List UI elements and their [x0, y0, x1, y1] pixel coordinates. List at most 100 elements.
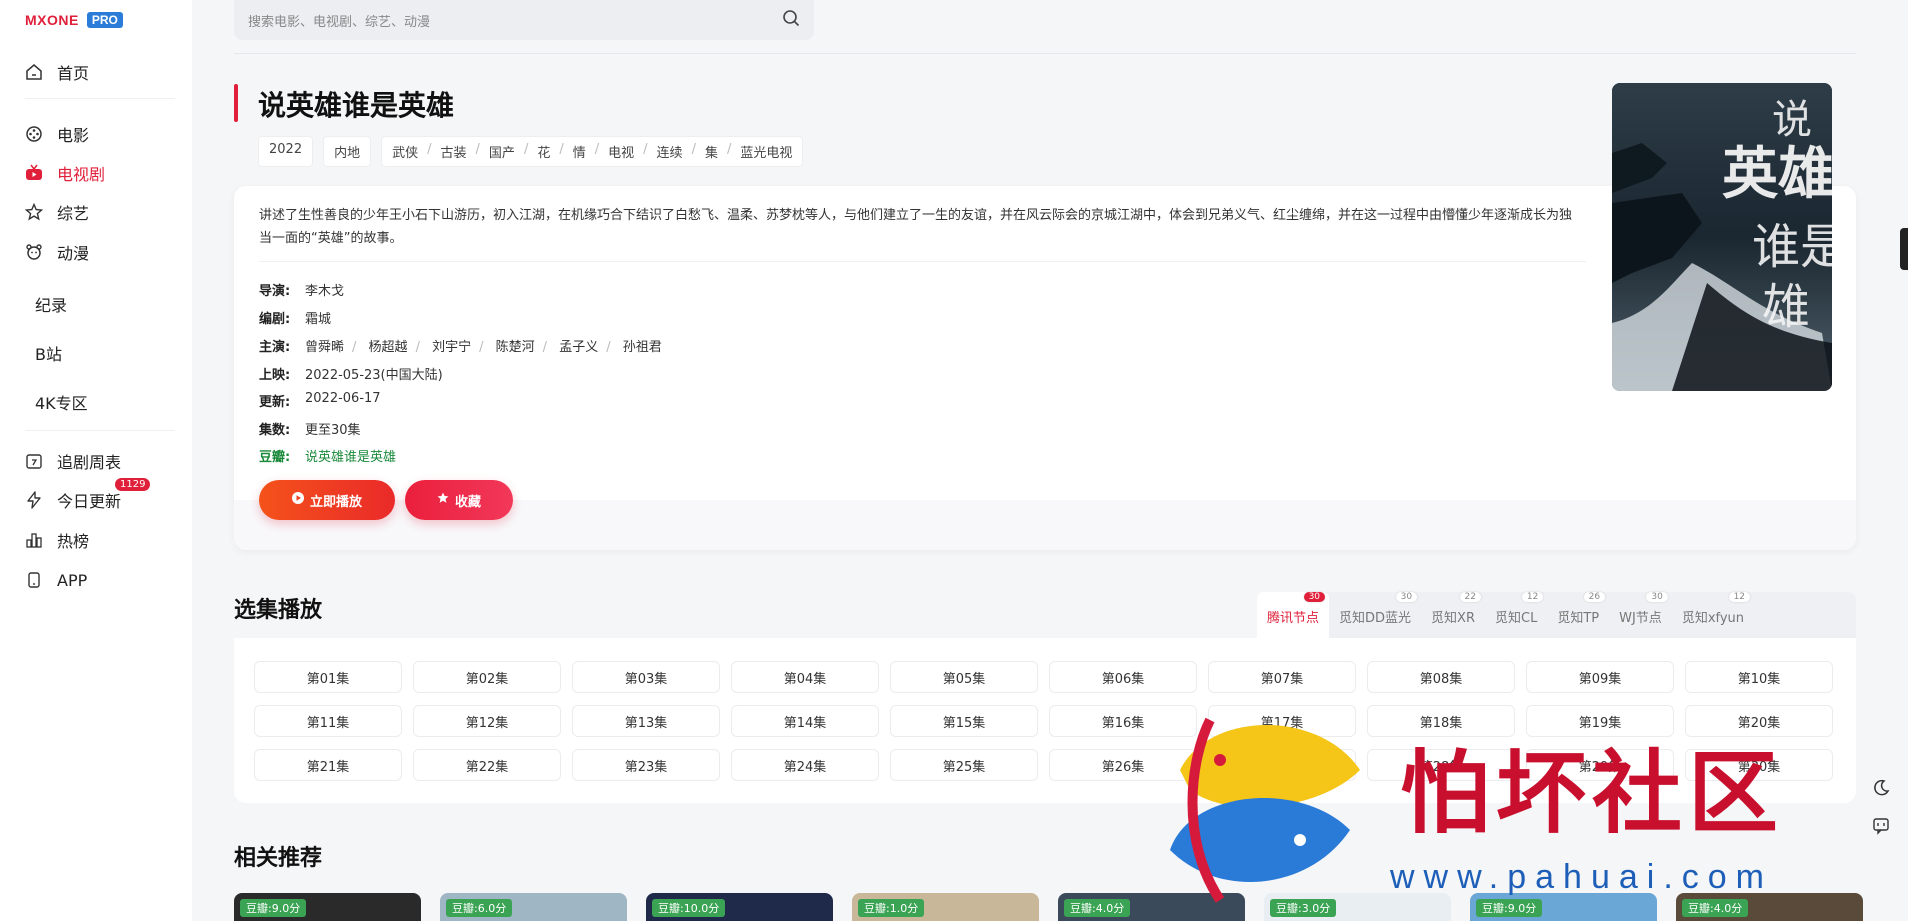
- cast-link[interactable]: 孙祖君: [623, 340, 662, 355]
- tab-source-cl[interactable]: 觅知CL 12: [1485, 592, 1547, 638]
- douban-score-badge: 豆瓣:4.0分: [1064, 899, 1131, 917]
- poster-lettering: 雄: [1762, 279, 1810, 335]
- poster-image[interactable]: 英雄 说 谁是 雄: [1612, 83, 1832, 391]
- info-value: 2022-05-23(中国大陆): [305, 368, 443, 383]
- genre-tag[interactable]: 连续: [657, 142, 683, 161]
- sidebar-item-app[interactable]: APP: [25, 567, 87, 593]
- sidebar-item-schedule[interactable]: 追剧周表: [25, 448, 121, 474]
- episode-button[interactable]: 第02集: [413, 661, 561, 693]
- episode-button[interactable]: 第10集: [1685, 661, 1833, 693]
- episode-button[interactable]: 第13集: [572, 705, 720, 737]
- calendar-icon: [25, 452, 43, 470]
- douban-score-badge: 豆瓣:1.0分: [858, 899, 925, 917]
- search-bar[interactable]: 搜索电影、电视剧、综艺、动漫: [234, 0, 814, 40]
- genre-tag[interactable]: 花: [537, 142, 550, 161]
- episode-button[interactable]: 第11集: [254, 705, 402, 737]
- info-director: 导演: 李木戈: [259, 280, 344, 299]
- sidebar-item-documentary[interactable]: 纪录: [35, 292, 67, 316]
- search-input[interactable]: 搜索电影、电视剧、综艺、动漫: [248, 11, 430, 30]
- sidebar-item-variety[interactable]: 综艺: [25, 199, 89, 225]
- episode-button[interactable]: 第21集: [254, 749, 402, 781]
- genre-tag[interactable]: 电视: [608, 142, 634, 161]
- scroll-handle[interactable]: [1900, 228, 1908, 270]
- search-icon[interactable]: [782, 9, 800, 31]
- episode-button[interactable]: 第15集: [890, 705, 1038, 737]
- source-count-badge: 12: [1521, 592, 1544, 602]
- sidebar-item-today-updates[interactable]: 今日更新 1129: [25, 478, 151, 513]
- tab-source-xr[interactable]: 觅知XR 22: [1421, 592, 1485, 638]
- tv-icon: [25, 164, 43, 182]
- sidebar-item-home[interactable]: 首页: [25, 59, 89, 85]
- site-logo[interactable]: MXONE PRO: [25, 12, 123, 28]
- poster-lettering: 英雄: [1722, 141, 1832, 207]
- source-count-badge: 26: [1583, 592, 1606, 602]
- episodes-section-title: 选集播放: [234, 598, 323, 623]
- episode-button[interactable]: 第14集: [731, 705, 879, 737]
- genre-tag[interactable]: 蓝光电视: [740, 142, 792, 161]
- episode-button[interactable]: 第07集: [1208, 661, 1356, 693]
- title-accent: [234, 84, 238, 122]
- director-link[interactable]: 李木戈: [305, 280, 344, 299]
- phone-icon: [25, 571, 43, 589]
- episode-button[interactable]: 第06集: [1049, 661, 1197, 693]
- sidebar-item-tv[interactable]: 电视剧: [25, 160, 105, 186]
- related-section-title: 相关推荐: [234, 846, 323, 871]
- cast-link[interactable]: 曾舜晞: [305, 340, 344, 355]
- writer-link[interactable]: 霜城: [305, 308, 331, 327]
- play-button[interactable]: 立即播放: [259, 480, 395, 520]
- episode-button[interactable]: 第24集: [731, 749, 879, 781]
- episode-button[interactable]: 第01集: [254, 661, 402, 693]
- tab-source-dd[interactable]: 觅知DD蓝光 30: [1329, 592, 1421, 638]
- info-label: 豆瓣:: [259, 450, 291, 465]
- bolt-icon: [25, 491, 43, 509]
- douban-link[interactable]: 说英雄谁是英雄: [305, 446, 396, 465]
- tab-source-xfyun[interactable]: 觅知xfyun 12: [1672, 592, 1754, 638]
- episode-button[interactable]: 第22集: [413, 749, 561, 781]
- favorite-button[interactable]: 收藏: [405, 480, 513, 520]
- tab-source-wj[interactable]: WJ节点 30: [1609, 592, 1672, 638]
- sidebar-item-4k[interactable]: 4K专区: [35, 390, 88, 414]
- genre-tag[interactable]: 古装: [441, 142, 467, 161]
- cast-link[interactable]: 陈楚河: [496, 340, 535, 355]
- sidebar-item-anime[interactable]: 动漫: [25, 239, 89, 265]
- cast-link[interactable]: 刘宇宁: [432, 340, 471, 355]
- episode-button[interactable]: 第25集: [890, 749, 1038, 781]
- dark-mode-toggle[interactable]: [1866, 775, 1896, 805]
- related-card[interactable]: 豆瓣:1.0分: [852, 893, 1039, 921]
- douban-score-badge: 豆瓣:10.0分: [652, 899, 726, 917]
- episode-button[interactable]: 第05集: [890, 661, 1038, 693]
- play-icon: [291, 492, 304, 508]
- sidebar-item-label: APP: [57, 570, 88, 590]
- sidebar-item-movies[interactable]: 电影: [25, 121, 89, 147]
- source-tab-label: 觅知xfyun: [1681, 611, 1745, 626]
- cast-link[interactable]: 杨超越: [369, 340, 408, 355]
- genre-tag[interactable]: 情: [573, 142, 586, 161]
- episode-button[interactable]: 第04集: [731, 661, 879, 693]
- episode-button[interactable]: 第23集: [572, 749, 720, 781]
- star-icon: [25, 203, 43, 221]
- related-card[interactable]: 豆瓣:9.0分: [234, 893, 421, 921]
- tag-region[interactable]: 内地: [323, 136, 372, 167]
- episode-button[interactable]: 第08集: [1367, 661, 1515, 693]
- divider: [234, 53, 1856, 54]
- genre-tag[interactable]: 武侠: [392, 142, 418, 161]
- tab-source-tp[interactable]: 觅知TP 26: [1547, 592, 1609, 638]
- episode-button[interactable]: 第12集: [413, 705, 561, 737]
- info-label: 导演:: [259, 284, 291, 299]
- info-update: 更新: 2022-06-17: [259, 391, 381, 410]
- feedback-button[interactable]: [1866, 813, 1896, 843]
- tag-year[interactable]: 2022: [258, 136, 314, 167]
- cast-link[interactable]: 孟子义: [559, 340, 598, 355]
- episode-button[interactable]: 第09集: [1526, 661, 1674, 693]
- genre-tag[interactable]: 集: [705, 142, 718, 161]
- divider: [25, 430, 175, 431]
- related-card[interactable]: 豆瓣:10.0分: [646, 893, 833, 921]
- sidebar-item-hot[interactable]: 热榜: [25, 527, 89, 553]
- episode-button[interactable]: 第03集: [572, 661, 720, 693]
- related-card[interactable]: 豆瓣:6.0分: [440, 893, 627, 921]
- sidebar-item-bilibili[interactable]: B站: [35, 341, 62, 365]
- genre-tag[interactable]: 国产: [489, 142, 515, 161]
- sidebar-item-label: 电视剧: [57, 165, 106, 184]
- tab-source-tencent[interactable]: 腾讯节点 30: [1257, 592, 1330, 638]
- source-tab-label: 觅知TP: [1557, 611, 1600, 626]
